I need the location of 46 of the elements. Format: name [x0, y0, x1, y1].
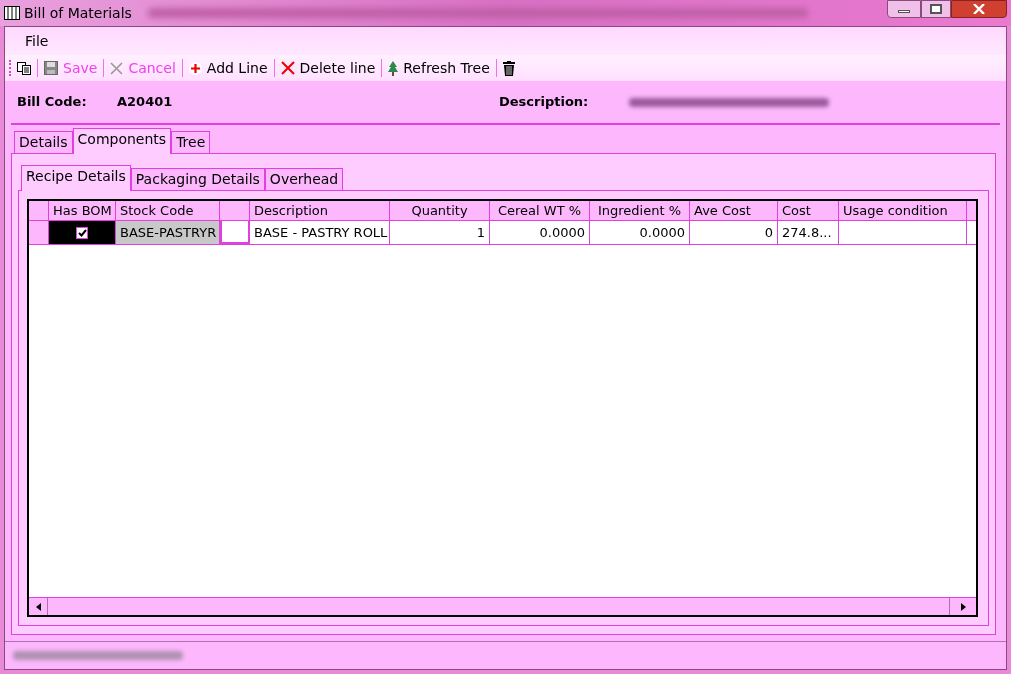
tab[interactable]: Components: [72, 128, 172, 154]
tab[interactable]: Packaging Details: [130, 168, 265, 190]
close-button[interactable]: [951, 0, 1007, 18]
close-icon: [110, 61, 124, 75]
tab[interactable]: Tree: [171, 131, 211, 153]
minimize-button[interactable]: [887, 0, 921, 18]
plus-icon: [188, 61, 202, 75]
column-header[interactable]: Ave Cost: [690, 201, 778, 220]
tree-icon: [388, 60, 399, 76]
lookup-button[interactable]: [220, 221, 250, 244]
column-header[interactable]: Quantity: [390, 201, 490, 220]
field-label: Bill Code:: [17, 93, 88, 112]
column-header[interactable]: Cereal WT %: [490, 201, 590, 220]
checkbox[interactable]: [76, 226, 88, 239]
column-header[interactable]: Description: [250, 201, 390, 220]
maximize-button[interactable]: [921, 0, 951, 18]
column-header[interactable]: Ingredient %: [590, 201, 690, 220]
table-cell: BASE-PASTRYR: [116, 221, 220, 244]
close-icon: [280, 61, 295, 75]
column-header[interactable]: Stock Code: [116, 201, 220, 220]
column-header[interactable]: Usage condition: [839, 201, 967, 220]
table-cell: 0.0000: [590, 221, 690, 244]
left-arrow-icon: [35, 602, 41, 611]
toolbar-button[interactable]: Delete line: [280, 57, 376, 79]
tab[interactable]: Details: [14, 131, 73, 153]
copy-button[interactable]: [17, 61, 31, 75]
bill-code-value: A20401: [117, 93, 174, 112]
field-label: Description:: [499, 93, 590, 112]
table-cell: BASE - PASTRY ROLL: [250, 221, 390, 244]
menu-item[interactable]: File: [21, 30, 53, 52]
tab[interactable]: Overhead: [264, 168, 344, 190]
tab[interactable]: Recipe Details: [21, 165, 131, 191]
close-icon: [973, 4, 985, 14]
book-icon: [4, 5, 20, 21]
table-cell: 0.0000: [490, 221, 590, 244]
toolbar-button[interactable]: Refresh Tree: [388, 57, 490, 79]
toolbar-button[interactable]: Add Line: [188, 57, 268, 79]
horizontal-scrollbar[interactable]: [29, 597, 976, 615]
column-header[interactable]: Has BOM: [49, 201, 116, 220]
table-cell: 1: [390, 221, 490, 244]
table-cell: 0: [690, 221, 778, 244]
column-header[interactable]: Cost: [778, 201, 839, 220]
right-arrow-icon: [960, 602, 966, 611]
table-cell: 274.8...: [778, 221, 839, 244]
trash-button[interactable]: [502, 60, 515, 76]
window-title: Bill of Materials: [24, 3, 132, 23]
